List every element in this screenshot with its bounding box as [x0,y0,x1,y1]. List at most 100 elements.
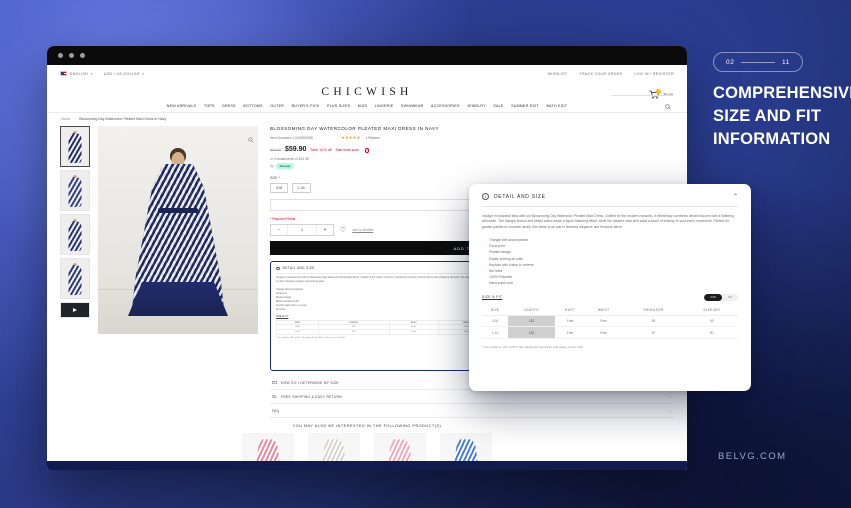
unit-in-button[interactable]: IN [722,294,738,301]
link-wishlist[interactable]: WISHLIST [548,72,568,76]
nav-item-lingerie[interactable]: LINGERIE [375,104,394,108]
thumbnail-1[interactable] [60,126,90,167]
dress-belt [158,208,198,213]
thumbnail-dress [68,265,82,295]
detail-and-size-popup: i DETAIL AND SIZE ⌃ Indulge in botanical… [469,184,751,391]
zoom-icon[interactable] [248,130,254,143]
cell-bust: Free [554,326,586,339]
thumbnail-list [60,126,90,418]
quantity-decrease-button[interactable]: − [271,225,287,235]
info-circle-icon [276,266,280,271]
nav-item-sale[interactable]: SALE [493,104,503,108]
breadcrumb: Home / Blossoming Day Watercolor Pleated… [47,113,687,124]
accordion-label: FAQ [272,408,280,413]
accordion-label: FREE SHIPPING & EASY RETURN [281,394,342,399]
nav-item-kids[interactable]: KIDS [358,104,367,108]
header-sleeves: SLEEVES [685,304,738,317]
item-number: Item Number#: D240905088 [270,136,313,140]
rating[interactable]: ★★★★★ 1 Review [341,135,380,140]
breadcrumb-separator: / [74,117,76,121]
info-icon[interactable]: i [364,148,370,153]
quantity-value[interactable]: 1 [287,225,317,236]
nav-item-jewelry[interactable]: JEWELRY [467,104,486,108]
quantity-stepper[interactable]: − 1 + [270,224,334,237]
nav-item-outer[interactable]: OUTER [270,104,284,108]
page-footer-bar [47,461,687,470]
utility-bar: ENGLISH ▾ USD / US DOLLAR ▾ WISHLIST TRA… [47,65,687,82]
play-icon [73,308,77,312]
nav-item-tops[interactable]: TOPS [204,104,215,108]
window-maximize-dot[interactable] [80,53,85,58]
browser-titlebar [47,46,687,65]
cart-count-badge: 0 [656,88,662,94]
us-flag-icon [60,71,67,76]
chevron-down-icon: ⌄ [668,408,672,414]
accordion-shipping-return[interactable]: FREE SHIPPING & EASY RETURN ⌄ [270,390,674,405]
nav-item-buyers-pick[interactable]: BUYER'S PICK [292,104,320,108]
language-label: ENGLISH [70,71,89,76]
cell-length: 131 [508,315,555,328]
add-to-wishlist-link[interactable]: Add to Wishlist [352,228,373,232]
slide-current: 02 [726,58,735,66]
header-waist: WAIST [585,304,622,317]
site-logo[interactable]: CHICWISH [47,86,687,98]
size-chart-head: SIZE LENGTH BUST WAIST SHOULDER SLEEVES [482,304,738,317]
cell-size: L-XL [482,326,509,339]
popup-header: i DETAIL AND SIZE ⌃ [482,193,738,206]
locale-group: ENGLISH ▾ USD / US DOLLAR ▾ [60,71,145,76]
inline-detail-title: DETAIL AND SIZE [282,266,315,271]
breadcrumb-home[interactable]: Home [61,117,70,121]
thumbnail-video[interactable] [60,302,90,318]
nav-item-summer-edit[interactable]: SUMMER EDIT [511,104,539,108]
slide-total: 11 [782,58,790,66]
unit-toggle[interactable]: CM IN [704,293,738,301]
nav-item-plus-sizes[interactable]: PLUS SIZES [327,104,350,108]
nav-item-swimwear[interactable]: SWIMWEAR [401,104,424,108]
language-selector[interactable]: ENGLISH ▾ [60,71,93,76]
nav-item-accessories[interactable]: ACCESSORIES [431,104,460,108]
installment-text: or 4 installments of $14.98 [270,157,309,162]
sku-review-row: Item Number#: D240905088 ★★★★★ 1 Review [270,135,674,140]
feature-item: Hand wash cold [482,280,738,286]
header-shoulder: SHOULDER [621,304,686,317]
thumbnail-dress [68,177,82,207]
accordion-faq[interactable]: FAQ ⌄ [270,404,674,419]
link-track-order[interactable]: TRACK YOUR ORDER [579,72,622,76]
chevron-down-icon: ▾ [142,71,145,76]
popup-feature-list: Triangle belt accompanied Floral print P… [482,237,738,287]
unit-cm-button[interactable]: CM [704,293,723,301]
nav-item-bath-edit[interactable]: BATH EDIT [546,104,567,108]
product-main-image[interactable] [98,126,258,334]
chevron-up-icon[interactable]: ⌃ [733,193,738,200]
watermark-logo: BELVG.COM [718,451,787,462]
nav-item-new-arrivals[interactable]: NEW ARRIVALS [167,104,197,108]
marketing-headline: COMPREHENSIVE SIZE AND FIT INFORMATION [713,84,851,148]
thumbnail-4[interactable] [60,258,90,299]
accordion-label: HOW DO I DETERMINE MY SIZE [281,380,339,385]
link-login-register[interactable]: LOG IN / REGISTER [635,72,675,76]
header-size: SIZE [482,304,509,317]
size-fit-row: SIZE & FIT CM IN [482,293,738,301]
heart-icon[interactable]: ♡ [340,227,346,234]
currency-selector[interactable]: USD / US DOLLAR ▾ [104,72,145,76]
thumbnail-3[interactable] [60,214,90,255]
by-label: by [270,164,274,169]
thumbnail-2[interactable] [60,170,90,211]
window-close-dot[interactable] [58,53,63,58]
search-icon[interactable] [663,103,673,111]
quantity-increase-button[interactable]: + [317,225,333,235]
info-circle-icon: i [482,193,489,200]
discount-label: Save 14 % off [310,148,332,153]
review-count[interactable]: 1 Review [366,136,380,140]
size-option-l-xl[interactable]: L-XL [292,183,312,194]
size-chart-table: SIZE LENGTH BUST WAIST SHOULDER SLEEVES … [482,304,738,339]
size-label-text: SIZE [270,176,278,180]
nav-item-bottoms[interactable]: BOTTOMS [243,104,262,108]
window-minimize-dot[interactable] [69,53,74,58]
afterpay-row: by afterpay [270,163,674,169]
size-option-s-m[interactable]: S-M [270,183,289,194]
cell-length: 132 [508,326,555,339]
cell-sleeves: 50 [685,326,738,339]
header-length: LENGTH [508,304,555,317]
nav-item-dress[interactable]: DRESS [222,104,236,108]
